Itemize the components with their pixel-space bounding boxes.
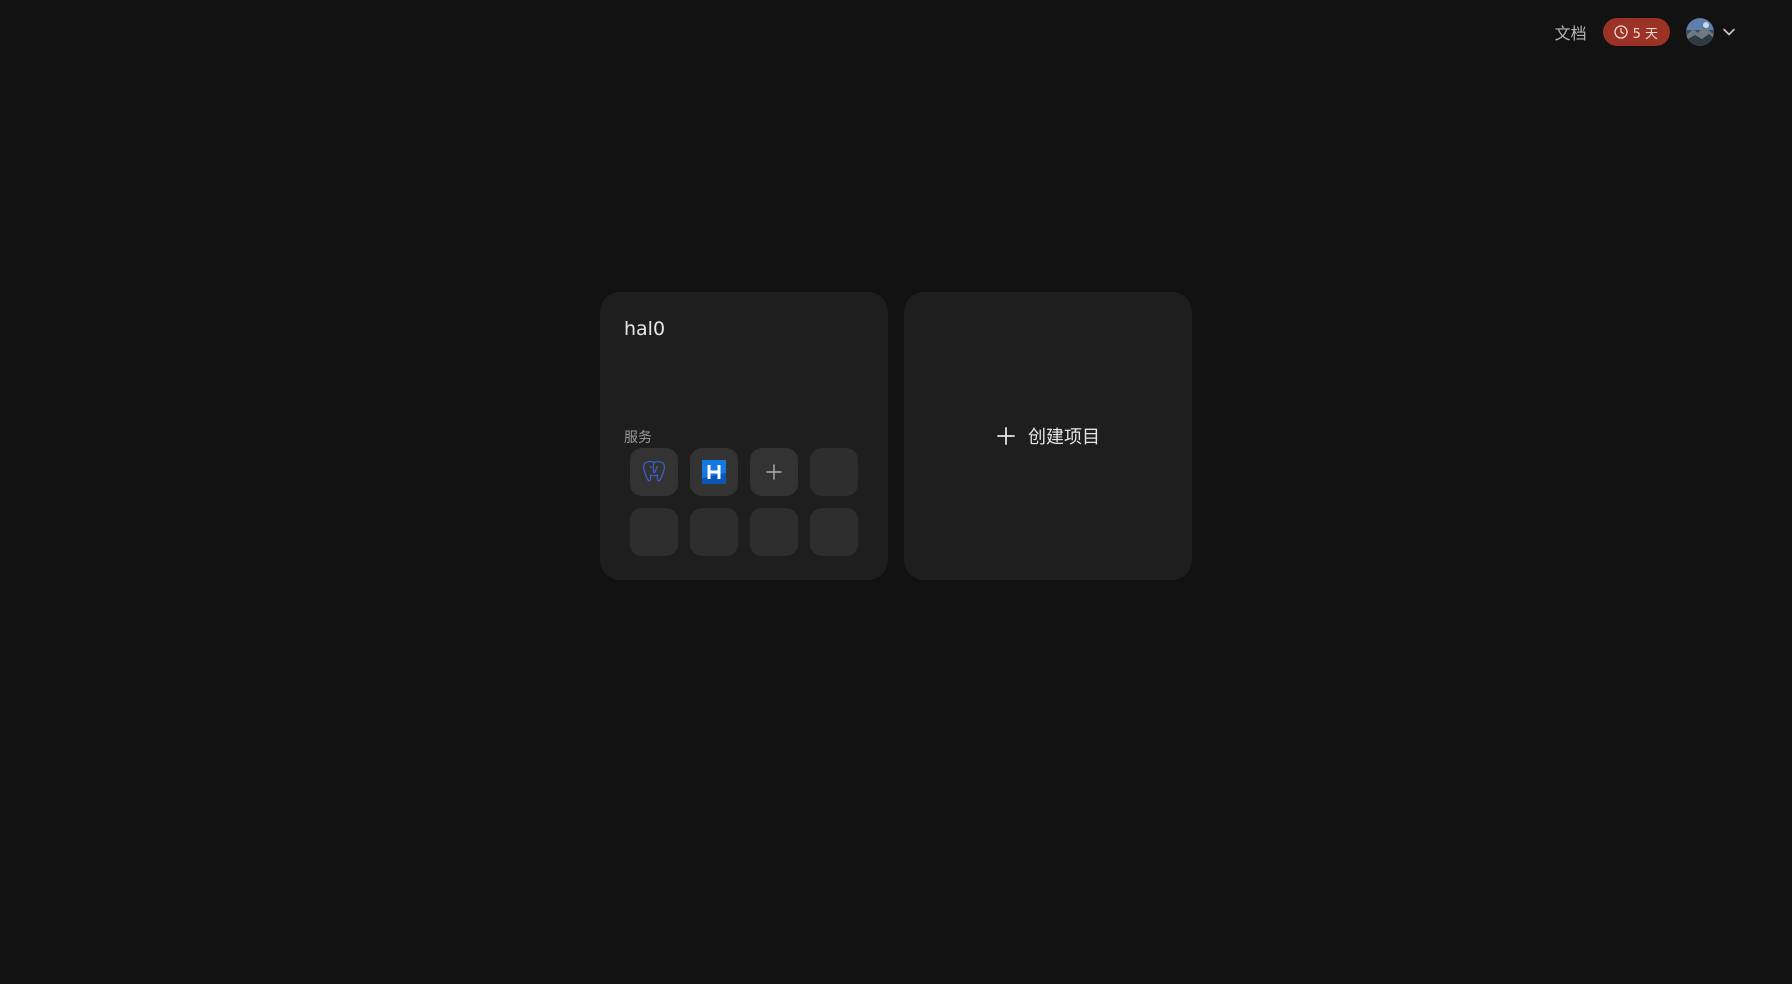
- project-name: hal0: [624, 318, 666, 340]
- create-project-label: 创建项目: [1028, 427, 1100, 448]
- clock-icon: [1613, 25, 1628, 39]
- top-bar: 文档 5 天: [1555, 16, 1736, 48]
- service-tile-h[interactable]: [690, 448, 738, 496]
- avatar: [1686, 18, 1714, 46]
- services-grid: [630, 448, 858, 556]
- user-menu[interactable]: [1686, 18, 1736, 46]
- empty-service-slot: [690, 508, 738, 556]
- service-tile-postgresql[interactable]: [630, 448, 678, 496]
- trial-remaining-badge[interactable]: 5 天: [1602, 18, 1670, 46]
- trial-days-text: 5 天: [1632, 26, 1658, 42]
- chevron-down-icon: [1723, 28, 1735, 36]
- projects-grid: hal0 服务 创建项目: [600, 292, 1192, 580]
- plus-icon: [766, 464, 782, 480]
- create-project-button[interactable]: 创建项目: [996, 423, 1100, 449]
- empty-service-slot: [750, 508, 798, 556]
- postgresql-elephant-icon: [642, 460, 666, 482]
- empty-service-slot: [630, 508, 678, 556]
- create-project-card[interactable]: 创建项目: [904, 292, 1192, 580]
- empty-service-slot: [810, 448, 858, 496]
- h-logo-icon: [702, 460, 726, 484]
- services-label: 服务: [624, 430, 652, 446]
- empty-service-slot: [810, 508, 858, 556]
- project-card-hal0[interactable]: hal0 服务: [600, 292, 888, 580]
- add-service-button[interactable]: [750, 448, 798, 496]
- docs-link[interactable]: 文档: [1555, 20, 1587, 44]
- plus-icon: [997, 427, 1015, 445]
